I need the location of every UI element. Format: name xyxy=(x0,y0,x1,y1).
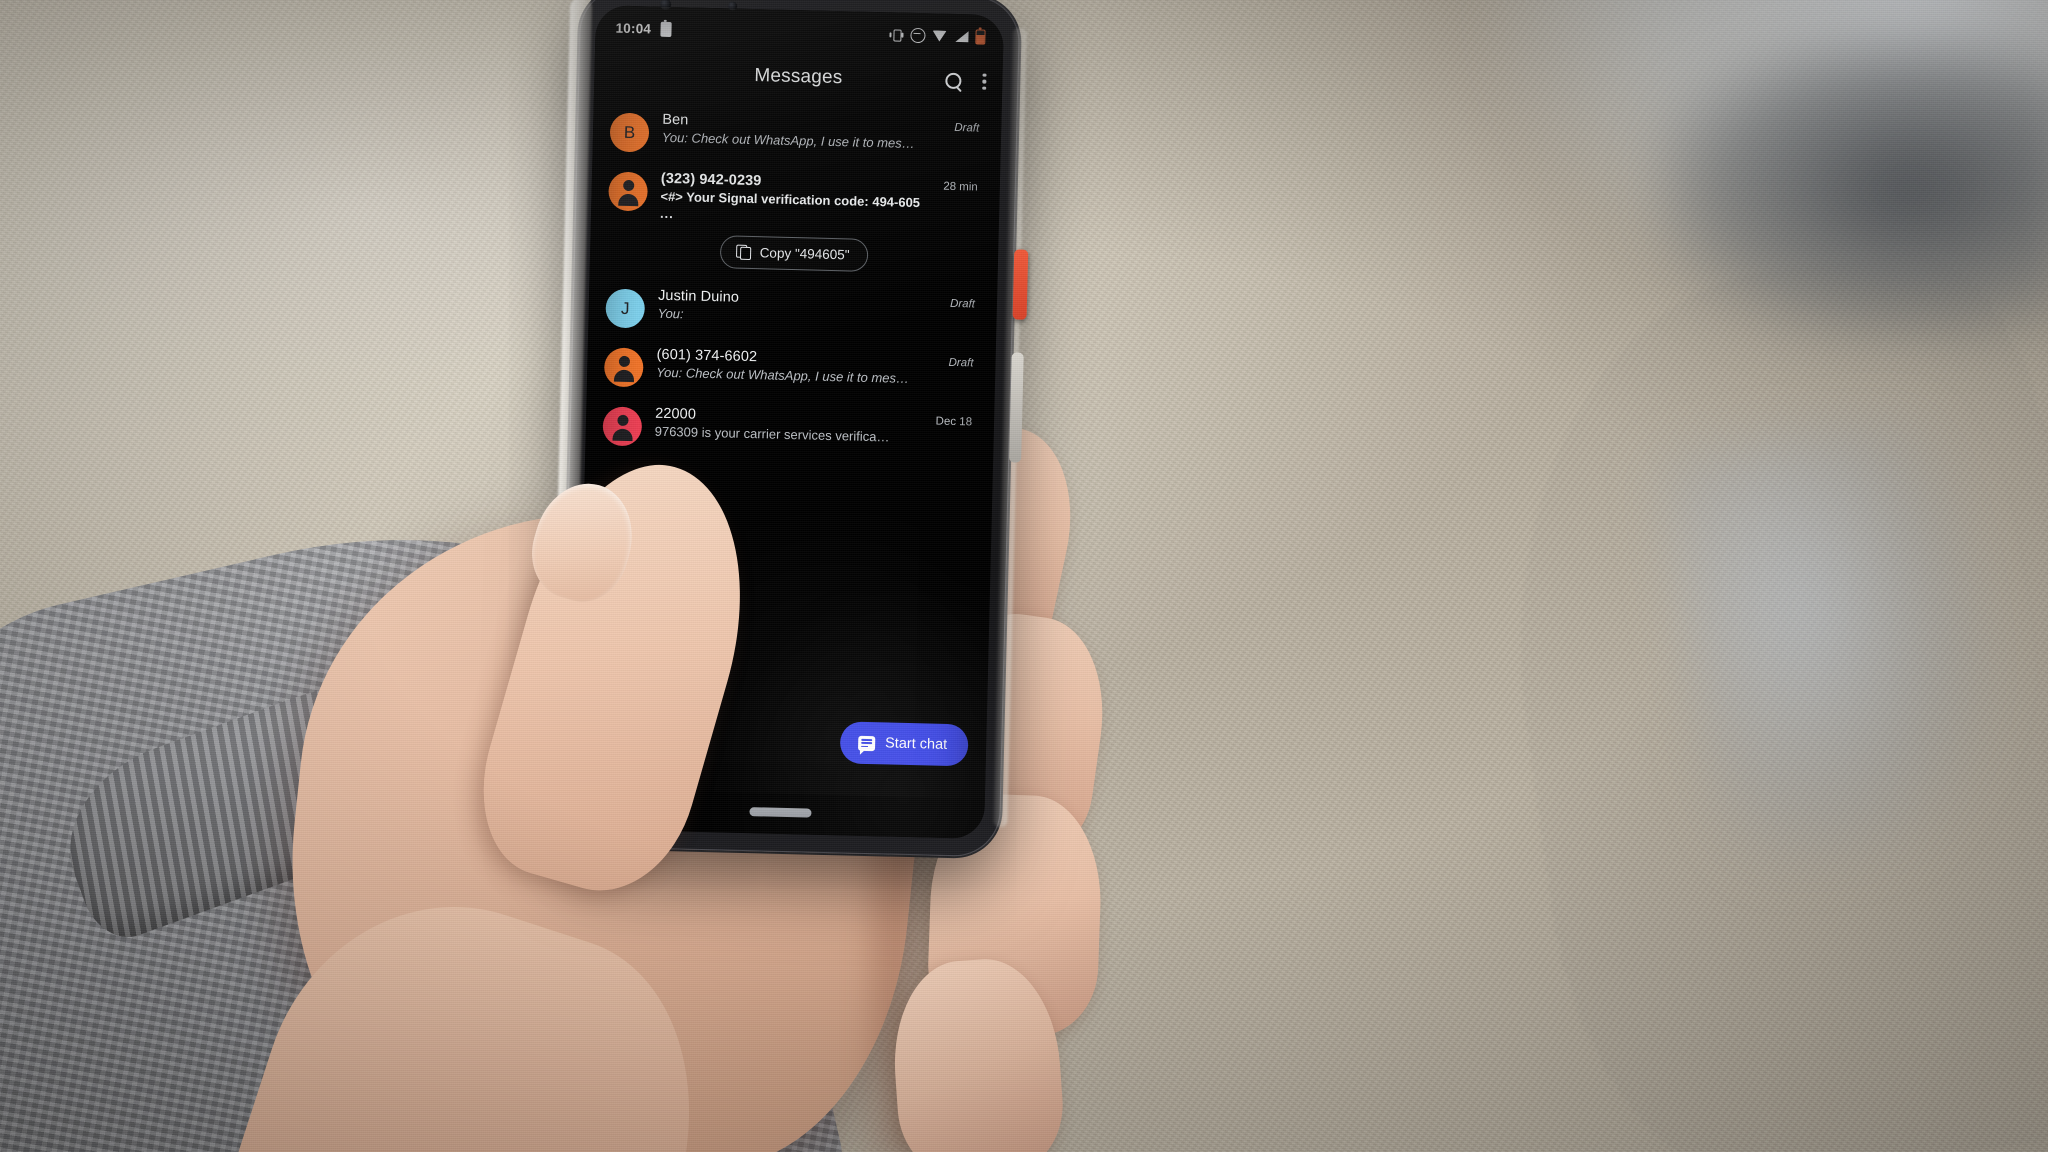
status-bar-right xyxy=(889,27,986,45)
do-not-disturb-icon xyxy=(910,27,926,43)
avatar xyxy=(608,171,649,212)
avatar-letter: B xyxy=(623,122,636,142)
battery-notification-icon xyxy=(659,21,672,37)
contact-name: (323) 942-0239 xyxy=(660,170,762,190)
photo-scene: 10:04 Messages B Ben Draft You: Check ou… xyxy=(0,0,2048,1152)
avatar: B xyxy=(609,112,650,153)
search-icon[interactable] xyxy=(945,72,962,89)
conversation-body: Ben Draft You: Check out WhatsApp, I use… xyxy=(662,112,986,153)
vibrate-icon xyxy=(889,28,903,42)
wifi-icon xyxy=(932,30,947,41)
status-badge: Draft xyxy=(954,121,980,135)
cellular-signal-icon xyxy=(954,30,968,41)
status-bar-left: 10:04 xyxy=(615,20,672,37)
timestamp: 28 min xyxy=(943,180,978,194)
battery-icon xyxy=(975,28,986,45)
app-bar-actions xyxy=(945,72,987,91)
app-bar: Messages xyxy=(594,45,1003,109)
thumb-layer xyxy=(215,215,1195,1152)
status-time: 10:04 xyxy=(615,20,652,36)
more-vertical-icon[interactable] xyxy=(982,73,987,91)
list-item[interactable]: B Ben Draft You: Check out WhatsApp, I u… xyxy=(592,101,1001,170)
page-title: Messages xyxy=(754,65,843,89)
contact-name: Ben xyxy=(662,111,689,129)
